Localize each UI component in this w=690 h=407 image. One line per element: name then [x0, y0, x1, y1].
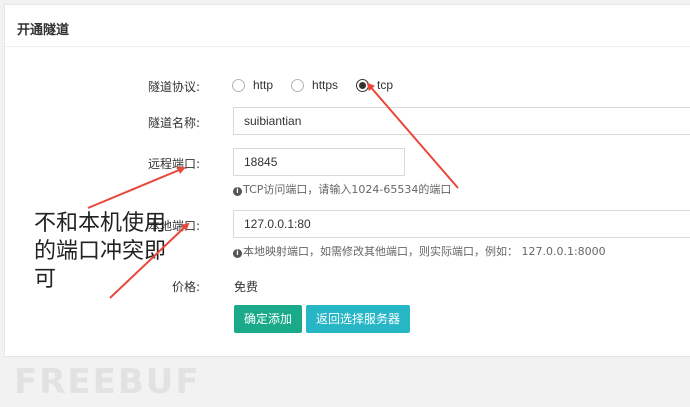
tunnel-name-input[interactable]: suibiantian — [233, 107, 690, 135]
radio-tcp[interactable] — [356, 78, 370, 92]
radio-http[interactable] — [232, 78, 245, 92]
radio-tcp-label: tcp — [377, 78, 394, 92]
remote-port-hint-text: TCP访问端口，请输入1024-65534的端口 — [243, 183, 452, 196]
confirm-add-button[interactable]: 确定添加 — [234, 305, 302, 333]
info-icon: i — [233, 249, 242, 258]
screenshot-frame: 开通隧道 隧道协议: http https tcp 隧道名称: suibiant… — [0, 0, 690, 407]
tunnel-name-label: 隧道名称: — [147, 116, 200, 130]
price-value: 免费 — [234, 280, 259, 294]
local-port-hint-text: 本地映射端口，如需修改其他端口，则实际端口，例如： 127.0.0.1:8000 — [243, 245, 606, 258]
panel-header: 开通隧道 — [5, 5, 690, 47]
protocol-option-http[interactable]: http — [232, 78, 273, 92]
protocol-option-tcp[interactable]: tcp — [356, 78, 393, 92]
watermark: FREEBUF — [14, 362, 201, 402]
protocol-label: 隧道协议: — [147, 80, 200, 94]
remote-port-input[interactable]: 18845 — [233, 148, 405, 176]
protocol-radio-group: http https tcp — [232, 76, 411, 94]
remote-port-hint: i TCP访问端口，请输入1024-65534的端口 — [233, 181, 451, 197]
radio-https-label: https — [312, 78, 339, 92]
info-icon: i — [233, 187, 242, 196]
panel-title: 开通隧道 — [17, 23, 70, 38]
radio-http-label: http — [253, 78, 274, 92]
protocol-option-https[interactable]: https — [291, 78, 338, 92]
local-port-hint: i 本地映射端口，如需修改其他端口，则实际端口，例如： 127.0.0.1:800… — [233, 243, 606, 259]
back-to-server-button[interactable]: 返回选择服务器 — [306, 305, 410, 333]
annotation-text: 不和本机使用的端口冲突即可 — [34, 211, 167, 292]
radio-https[interactable] — [291, 78, 305, 92]
local-port-input[interactable]: 127.0.0.1:80 — [233, 210, 690, 238]
remote-port-label: 远程端口: — [147, 157, 200, 171]
